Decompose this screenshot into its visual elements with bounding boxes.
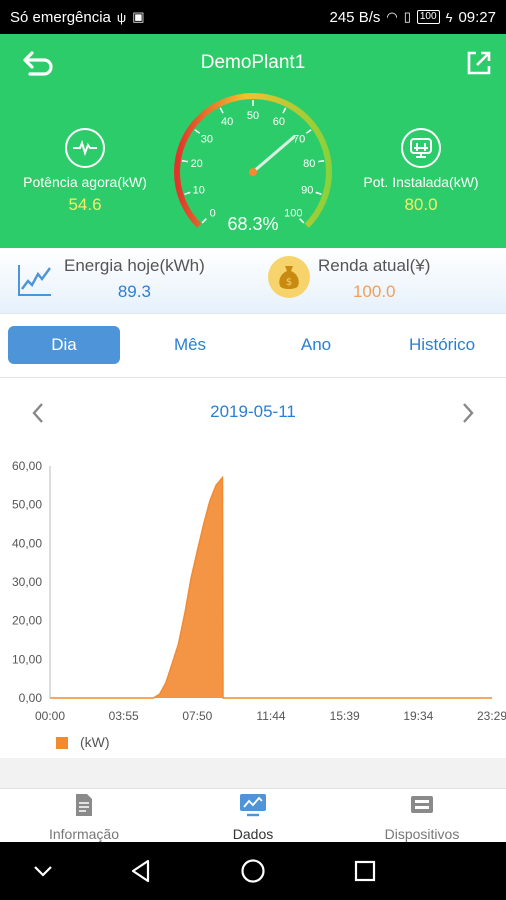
power-line [50, 475, 492, 699]
tab-year[interactable]: Ano [260, 326, 372, 364]
x-tick-label: 03:55 [109, 709, 139, 723]
energy-today: Energia hoje(kWh) 89.3 [64, 256, 205, 302]
recents-square-icon[interactable] [350, 856, 380, 886]
usb-icon: ψ [116, 9, 127, 25]
gauge-hub [249, 168, 257, 176]
summary-bar: Energia hoje(kWh) 89.3 $ Renda atual(¥) … [0, 248, 506, 314]
tab-history[interactable]: Histórico [386, 326, 498, 364]
separator [0, 758, 506, 788]
plant-header: DemoPlant1 Potência agora(kW) 54.6 Pot. … [0, 34, 506, 248]
gauge-tick-label: 10 [193, 185, 205, 197]
nav-devices-label: Dispositivos [384, 826, 460, 842]
gauge-tick-label: 20 [191, 158, 203, 170]
x-tick-label: 11:44 [256, 709, 285, 723]
nav-devices[interactable]: Dispositivos [338, 793, 506, 842]
selected-date[interactable]: 2019-05-11 [0, 402, 506, 422]
gauge-tick [305, 129, 312, 134]
power-chart: 0,00 10,00 20,00 30,00 40,00 50,00 60,00 00:00 0… [12, 459, 506, 723]
legend-swatch [56, 737, 68, 749]
x-tick-label: 00:00 [35, 709, 65, 723]
document-icon [76, 794, 92, 816]
power-area [50, 477, 492, 698]
y-tick-label: 40,00 [12, 536, 42, 550]
nav-data[interactable]: Dados [169, 793, 337, 842]
gauge-tick [315, 191, 322, 195]
nav-data-label: Dados [232, 826, 274, 842]
current-income: Renda atual(¥) 100.0 [318, 256, 430, 302]
nav-information[interactable]: Informação [0, 793, 168, 842]
energy-today-label: Energia hoje(kWh) [64, 256, 205, 275]
gauge-tick-label: 70 [293, 133, 305, 145]
panel-icon [401, 128, 441, 168]
gauge-tick [219, 107, 224, 114]
y-tick-label: 50,00 [12, 498, 42, 512]
wifi-icon: ◠ [386, 9, 398, 24]
status-bar: Só emergência ψ ▣ 245 B/s ◠ ▯ 100 ϟ 09:2… [0, 0, 506, 34]
installed-power: Pot. Instalada(kW) 80.0 [346, 128, 496, 215]
clock: 09:27 [458, 8, 496, 26]
sim-icon: ▯ [403, 9, 411, 24]
bottom-navigation: Informação Dados Dispositivos [0, 788, 506, 842]
y-tick-label: 20,00 [12, 614, 42, 628]
date-navigator: 2019-05-11 [0, 390, 506, 434]
current-power-value: 54.6 [68, 195, 102, 214]
current-power-label: Potência agora(kW) [23, 174, 147, 190]
svg-text:$: $ [286, 277, 292, 288]
back-triangle-icon[interactable] [126, 856, 156, 886]
monitor-chart-icon [240, 794, 266, 817]
gauge-needle [251, 135, 296, 174]
gauge-tick-label: 50 [247, 110, 259, 122]
gauge-tick [184, 191, 191, 195]
current-income-value: 100.0 [352, 282, 396, 301]
money-bag-icon: $ [268, 256, 310, 298]
home-circle-icon[interactable] [238, 856, 268, 886]
battery-icon: 100 [416, 10, 440, 24]
gauge-percent: 68.3% [227, 214, 279, 234]
gauge-tick-label: 40 [221, 116, 233, 128]
gauge-tick-label: 30 [201, 133, 213, 145]
gauge-tick-label: 60 [273, 116, 285, 128]
x-tick-label: 07:50 [182, 709, 212, 723]
y-tick-label: 60,00 [12, 459, 42, 473]
app-notification-icon: ▣ [132, 9, 145, 24]
installed-power-label: Pot. Instalada(kW) [363, 174, 479, 190]
nav-information-label: Informação [48, 826, 120, 842]
legend-label: (kW) [80, 734, 110, 750]
gauge-tick [318, 159, 325, 163]
external-link-icon[interactable] [464, 48, 494, 78]
energy-today-value: 89.3 [117, 282, 151, 301]
tab-month[interactable]: Mês [134, 326, 246, 364]
gauge-tick [194, 129, 201, 134]
y-tick-label: 0,00 [19, 691, 43, 705]
installed-power-value: 80.0 [404, 195, 438, 214]
period-tabs: Dia Mês Ano Histórico [0, 314, 506, 378]
carrier-text: Só emergência [10, 8, 111, 26]
network-speed: 245 B/s [329, 8, 381, 26]
gauge-tick-label: 90 [301, 185, 313, 197]
gauge-tick [181, 159, 188, 163]
gauge-tick-label: 80 [303, 158, 315, 170]
gauge-tick [282, 107, 287, 114]
x-tick-label: 15:39 [330, 709, 360, 723]
y-tick-label: 10,00 [12, 652, 42, 666]
chevron-down-icon[interactable] [28, 856, 58, 886]
pulse-icon [65, 128, 105, 168]
page-title: DemoPlant1 [200, 52, 306, 73]
device-icon [411, 796, 433, 813]
charging-icon: ϟ [445, 9, 453, 25]
current-income-label: Renda atual(¥) [318, 256, 431, 275]
x-tick-label: 19:34 [403, 709, 433, 723]
trend-chart-icon [18, 265, 51, 296]
y-tick-label: 30,00 [12, 575, 42, 589]
x-tick-label: 23:29 [477, 709, 506, 723]
system-navigation [0, 842, 506, 900]
tab-day[interactable]: Dia [8, 326, 120, 364]
current-power: Potência agora(kW) 54.6 [10, 128, 160, 215]
chevron-right-icon[interactable] [452, 398, 482, 428]
